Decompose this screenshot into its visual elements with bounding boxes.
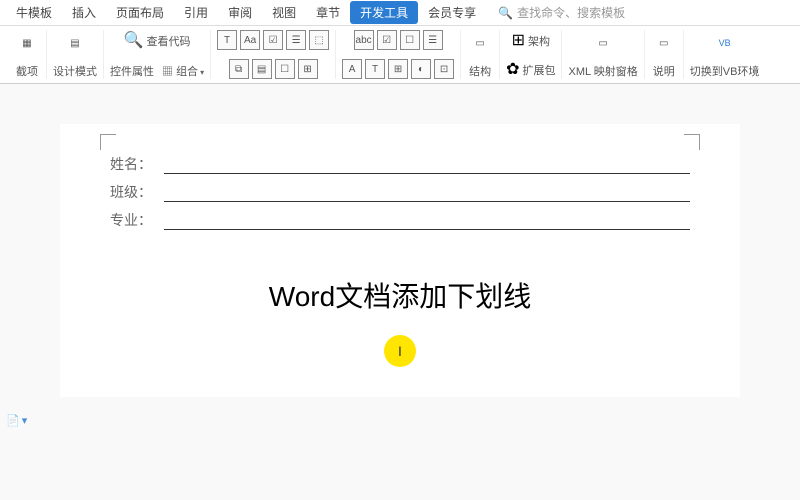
group-control-icon[interactable]: ⧉ [229, 59, 249, 79]
help-icon[interactable]: ▭ [651, 30, 677, 56]
ribbon-toolbar: ▦ 截项 ▤ 设计模式 🔍 查看代码 控件属性 ▦ 组合▾ T Aa ☑ ☰ ⬚… [0, 26, 800, 84]
label-major: 专业： [110, 210, 160, 230]
table-control-icon[interactable]: ⊞ [388, 59, 408, 79]
circle-control-icon[interactable]: ◐ [411, 59, 431, 79]
label-name: 姓名： [110, 154, 160, 174]
menu-member[interactable]: 会员专享 [418, 1, 486, 24]
screenshot-icon[interactable]: ▦ [14, 30, 40, 56]
tool-group-controls-1: T Aa ☑ ☰ ⬚ ⧉ ▤ ☐ ⊞ [211, 30, 336, 79]
menu-control-icon[interactable]: ☰ [423, 30, 443, 50]
extension-icon: ✿ [506, 59, 519, 79]
design-mode-icon[interactable]: ▤ [62, 30, 88, 56]
menu-bar: 牛模板 插入 页面布局 引用 审阅 视图 章节 开发工具 会员专享 🔍 查找命令… [0, 0, 800, 26]
form-row-name: 姓名： [110, 154, 690, 174]
text-control-icon[interactable]: T [217, 30, 237, 50]
structure-icon[interactable]: ▭ [467, 30, 493, 56]
tool-group-controls-2: abc ☑ ☐ ☰ A T ⊞ ◐ ⊡ [336, 30, 461, 79]
schema-icon: ⊞ [512, 30, 525, 50]
view-code-button[interactable]: 🔍 查看代码 [124, 30, 191, 50]
schema-button[interactable]: ⊞ 架构 [512, 30, 550, 50]
vb-icon[interactable]: VB [712, 30, 738, 56]
text-cursor-icon: I [398, 343, 402, 359]
richtext-control-icon[interactable]: Aa [240, 30, 260, 50]
chevron-down-icon: ▾ [200, 68, 204, 77]
tool-label-xml: XML 映射窗格 [568, 63, 637, 79]
cursor-highlight: I [384, 335, 416, 367]
tool-label-help: 说明 [653, 63, 675, 79]
block-control-icon[interactable]: ▤ [252, 59, 272, 79]
tool-group-schema: ⊞ 架构 ✿ 扩展包 [500, 30, 562, 79]
box-control-icon[interactable]: ☐ [400, 30, 420, 50]
combine-button[interactable]: ▦ 组合▾ [162, 63, 204, 79]
menu-insert[interactable]: 插入 [62, 1, 106, 24]
menu-template[interactable]: 牛模板 [6, 1, 62, 24]
menu-chapter[interactable]: 章节 [306, 1, 350, 24]
document-page[interactable]: 姓名： 班级： 专业： Word文档添加下划线 I [60, 124, 740, 397]
tool-group-screenshot: ▦ 截项 [8, 30, 47, 79]
tool-group-design: ▤ 设计模式 [47, 30, 104, 79]
frame-control-icon[interactable]: ☐ [275, 59, 295, 79]
chevron-down-icon: ▾ [22, 414, 28, 427]
underline-major[interactable] [164, 212, 690, 230]
tool-label-screenshot: 截项 [16, 63, 38, 79]
underline-class[interactable] [164, 184, 690, 202]
tool-label-design: 设计模式 [53, 63, 97, 79]
menu-page-layout[interactable]: 页面布局 [106, 1, 174, 24]
menu-reference[interactable]: 引用 [174, 1, 218, 24]
menu-developer-tools[interactable]: 开发工具 [350, 1, 418, 24]
extension-button[interactable]: ✿ 扩展包 [506, 59, 555, 79]
margin-corner-tr [684, 134, 700, 150]
tool-group-vb: VB 切换到VB环境 [684, 30, 766, 79]
video-caption: Word文档添加下划线 [110, 275, 690, 315]
form-row-class: 班级： [110, 182, 690, 202]
menu-view[interactable]: 视图 [262, 1, 306, 24]
control-props-button[interactable]: 控件属性 [110, 63, 154, 79]
search-placeholder: 查找命令、搜索模板 [517, 4, 625, 21]
tool-group-structure: ▭ 结构 [461, 30, 500, 79]
grid-control-icon[interactable]: ⊞ [298, 59, 318, 79]
document-area: 📄 ▾ 姓名： 班级： 专业： Word文档添加下划线 I [0, 84, 800, 500]
picture-control-icon[interactable]: ⬚ [309, 30, 329, 50]
xml-mapping-icon[interactable]: ▭ [590, 30, 616, 56]
side-panel-toggle[interactable]: 📄 ▾ [6, 414, 27, 427]
search-icon: 🔍 [498, 6, 513, 20]
square-control-icon[interactable]: ⊡ [434, 59, 454, 79]
tool-label-structure: 结构 [469, 63, 491, 79]
search-code-icon: 🔍 [124, 30, 144, 50]
form-row-major: 专业： [110, 210, 690, 230]
underline-name[interactable] [164, 156, 690, 174]
page-icon: 📄 [6, 414, 20, 427]
t-control-icon[interactable]: T [365, 59, 385, 79]
list-control-icon[interactable]: ☰ [286, 30, 306, 50]
tool-label-vb: 切换到VB环境 [690, 63, 760, 79]
checkbox-control-icon[interactable]: ☑ [263, 30, 283, 50]
search-box[interactable]: 🔍 查找命令、搜索模板 [498, 4, 625, 21]
label-control-icon[interactable]: abc [354, 30, 374, 50]
tool-group-help: ▭ 说明 [645, 30, 684, 79]
combine-icon: ▦ [162, 66, 173, 78]
a-control-icon[interactable]: A [342, 59, 362, 79]
label-class: 班级： [110, 182, 160, 202]
check-control-icon[interactable]: ☑ [377, 30, 397, 50]
margin-corner-tl [100, 134, 116, 150]
tool-group-code: 🔍 查看代码 控件属性 ▦ 组合▾ [104, 30, 211, 79]
menu-review[interactable]: 审阅 [218, 1, 262, 24]
tool-group-xml: ▭ XML 映射窗格 [562, 30, 644, 79]
